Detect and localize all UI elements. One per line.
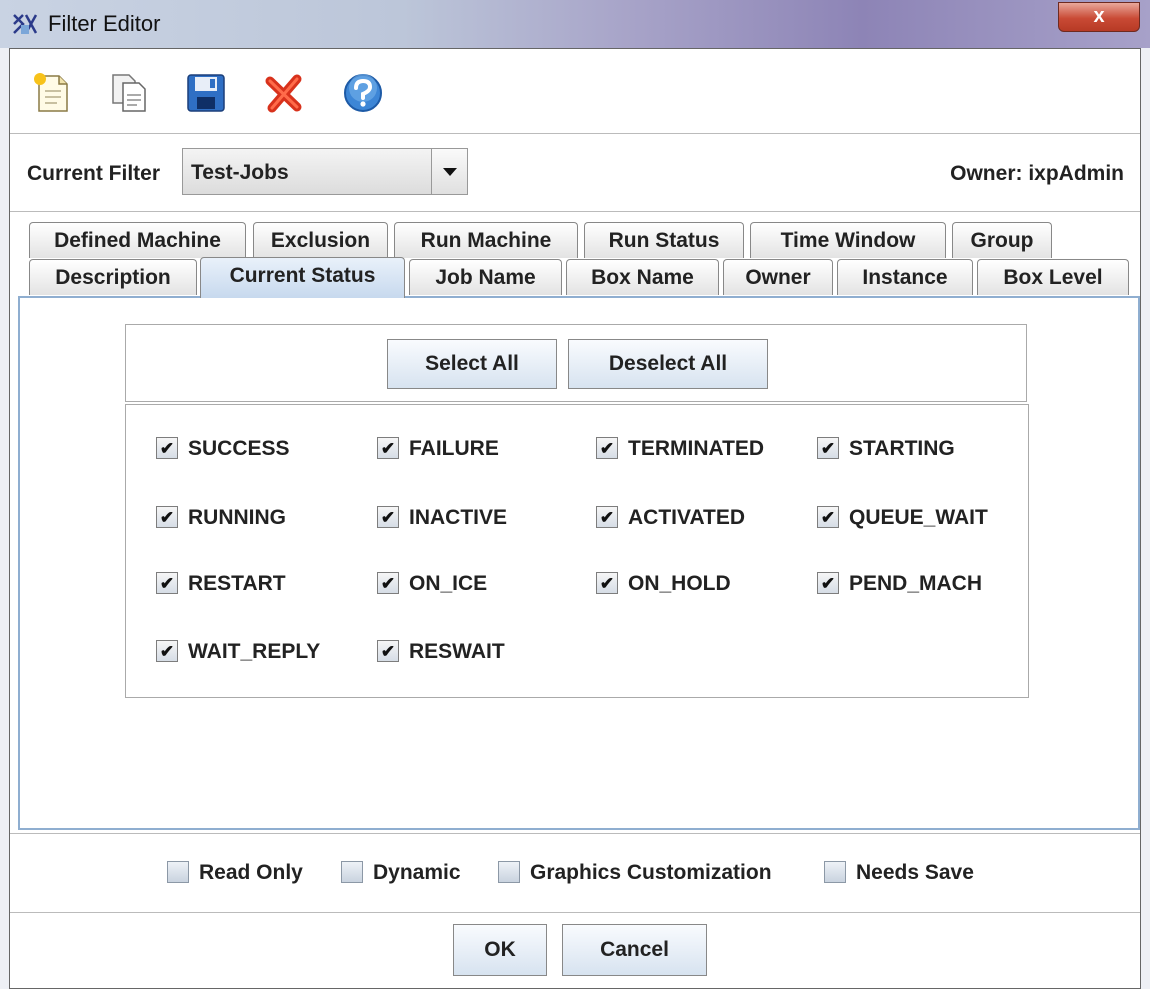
save-icon[interactable]: [184, 71, 228, 115]
checkbox-box: ✔: [817, 506, 839, 528]
tab-group[interactable]: Group: [952, 222, 1052, 258]
tab-defined-machine[interactable]: Defined Machine: [29, 222, 246, 258]
status-label: WAIT_REPLY: [188, 640, 321, 663]
help-icon[interactable]: [341, 71, 385, 115]
status-label: STARTING: [849, 437, 955, 460]
checkbox-box: ✔: [817, 572, 839, 594]
status-label: FAILURE: [409, 437, 499, 460]
status-label: QUEUE_WAIT: [849, 506, 988, 529]
tab-description[interactable]: Description: [29, 259, 197, 295]
title-bar: Filter Editor x: [0, 0, 1150, 48]
copy-icon[interactable]: [107, 71, 151, 115]
current-filter-label: Current Filter: [27, 162, 161, 185]
checkbox-box: ✔: [156, 506, 178, 528]
checkbox-box: ✔: [156, 640, 178, 662]
checkbox-box: ✔: [377, 506, 399, 528]
checkbox-box: [341, 861, 363, 883]
cancel-button[interactable]: Cancel: [562, 924, 707, 976]
status-label: PEND_MACH: [849, 572, 983, 595]
status-label: RESTART: [188, 572, 286, 595]
current-status-panel: Select All Deselect All ✔ SUCCESS ✔ FAILURE…: [18, 296, 1140, 830]
checkbox-box: ✔: [596, 437, 618, 459]
tab-owner[interactable]: Owner: [723, 259, 833, 295]
select-all-button[interactable]: Select All: [387, 339, 557, 389]
tab-exclusion[interactable]: Exclusion: [253, 222, 388, 258]
tab-job-name[interactable]: Job Name: [409, 259, 562, 295]
tab-run-status[interactable]: Run Status: [584, 222, 744, 258]
owner-label: Owner: ixpAdmin: [950, 162, 1124, 185]
status-label: SUCCESS: [188, 437, 290, 460]
status-label: ON_HOLD: [628, 572, 731, 595]
chevron-down-icon[interactable]: [431, 149, 467, 194]
tab-time-window[interactable]: Time Window: [750, 222, 946, 258]
status-label: TERMINATED: [628, 437, 765, 460]
delete-icon[interactable]: [263, 71, 307, 115]
close-button[interactable]: x: [1058, 2, 1140, 32]
options-bar: Read Only Dynamic Graphics Customization…: [10, 833, 1140, 913]
checkbox-box: ✔: [596, 506, 618, 528]
deselect-all-button[interactable]: Deselect All: [568, 339, 768, 389]
tab-current-status[interactable]: Current Status: [200, 257, 405, 298]
checkbox-box: [824, 861, 846, 883]
current-filter-dropdown[interactable]: Test-Jobs: [182, 148, 468, 195]
tab-run-machine[interactable]: Run Machine: [394, 222, 578, 258]
checkbox-box: ✔: [156, 572, 178, 594]
selection-actions-panel: Select All Deselect All: [125, 324, 1027, 402]
checkbox-box: [167, 861, 189, 883]
status-label: ACTIVATED: [628, 506, 746, 529]
checkbox-box: ✔: [377, 640, 399, 662]
checkbox-box: ✔: [377, 572, 399, 594]
status-checkbox-panel: ✔ SUCCESS ✔ FAILURE ✔ TERMINATED ✔ STARTING ✔ RUN…: [125, 404, 1029, 698]
new-icon[interactable]: [31, 71, 75, 115]
filter-bar: Current Filter Test-Jobs Owner: ixpAdmin: [10, 135, 1140, 212]
tab-box-name[interactable]: Box Name: [566, 259, 719, 295]
window-title: Filter Editor: [48, 11, 161, 36]
dynamic-label: Dynamic: [373, 861, 461, 884]
app-icon: [13, 14, 38, 34]
status-label: ON_ICE: [409, 572, 488, 595]
checkbox-box: [498, 861, 520, 883]
checkbox-box: ✔: [156, 437, 178, 459]
ok-button[interactable]: OK: [453, 924, 547, 976]
read-only-label: Read Only: [199, 861, 303, 884]
status-label: INACTIVE: [409, 506, 508, 529]
filter-editor-dialog: Current Filter Test-Jobs Owner: ixpAdmin…: [9, 48, 1141, 989]
tab-instance[interactable]: Instance: [837, 259, 973, 295]
current-filter-value: Test-Jobs: [191, 161, 289, 184]
tab-box-level[interactable]: Box Level: [977, 259, 1129, 295]
needs-save-label: Needs Save: [856, 861, 974, 884]
status-label: RUNNING: [188, 506, 286, 529]
toolbar: [10, 49, 1140, 134]
checkbox-box: ✔: [377, 437, 399, 459]
checkbox-box: ✔: [596, 572, 618, 594]
checkbox-box: ✔: [817, 437, 839, 459]
status-label: RESWAIT: [409, 640, 505, 663]
graphics-customization-label: Graphics Customization: [530, 861, 772, 884]
